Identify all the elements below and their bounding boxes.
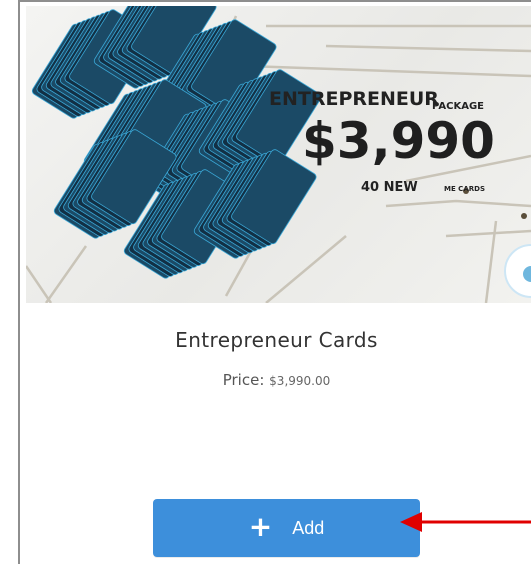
red-arrow-annotation xyxy=(400,512,531,532)
